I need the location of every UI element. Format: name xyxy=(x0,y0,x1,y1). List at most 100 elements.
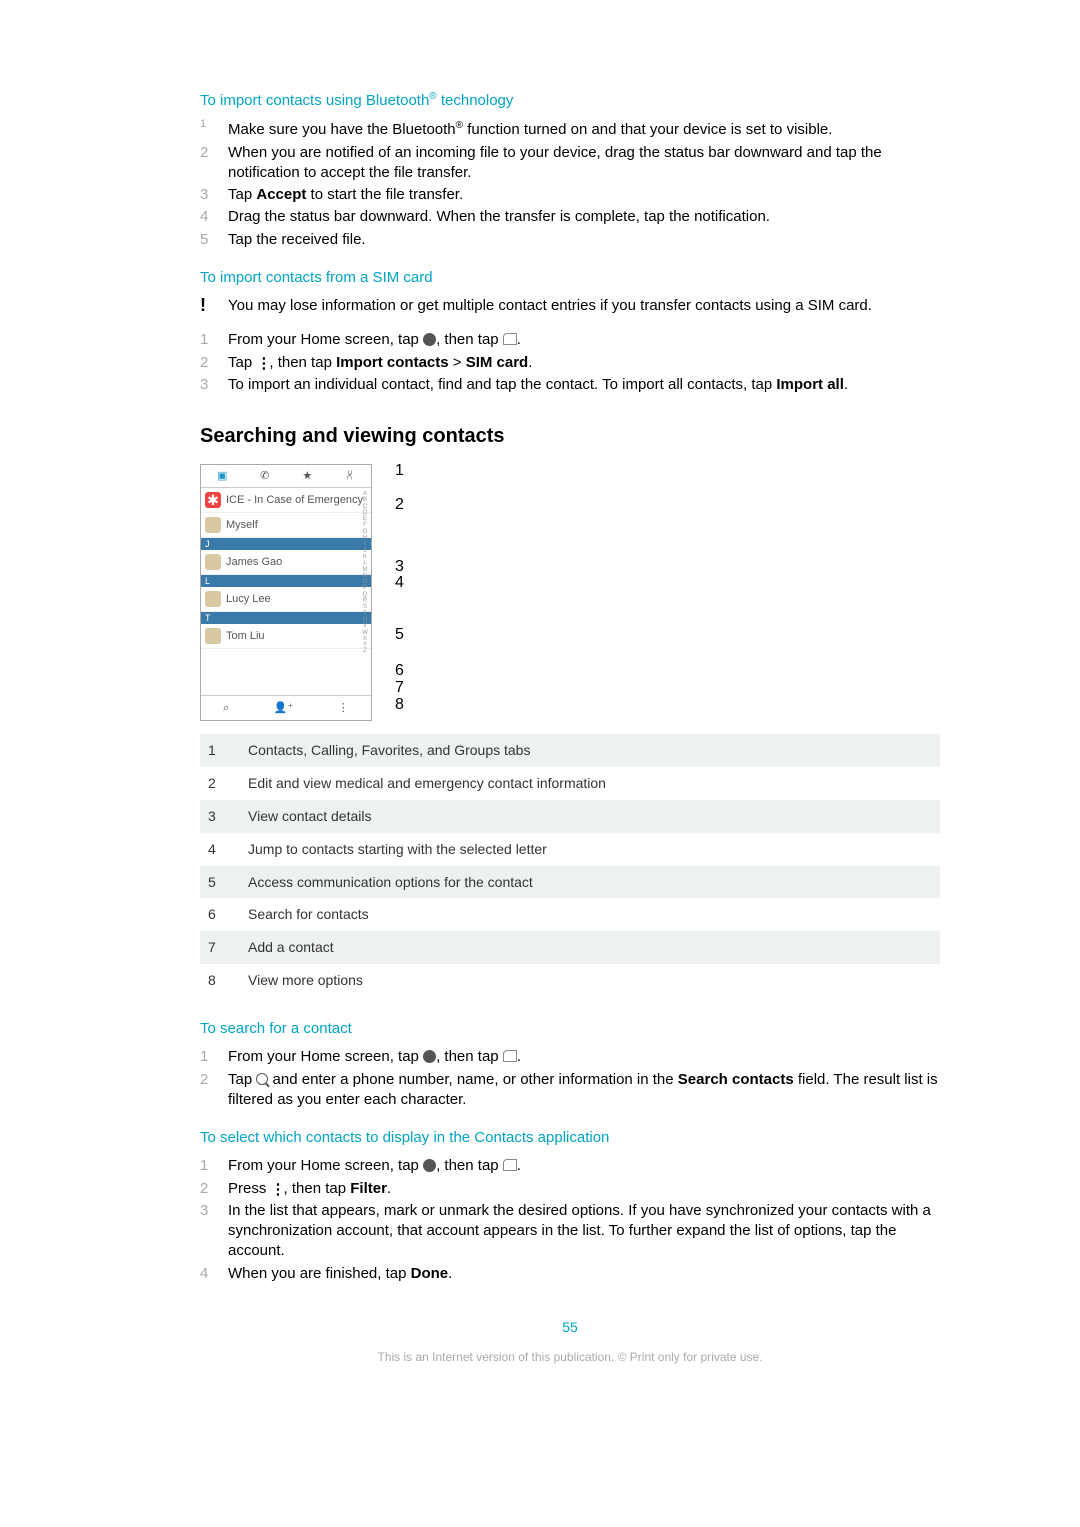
contacts-icon xyxy=(503,1050,517,1062)
heading-searching-viewing: Searching and viewing contacts xyxy=(200,423,940,450)
tab-contacts: ▣ xyxy=(201,469,244,484)
callout-2: 2 xyxy=(395,494,404,516)
step-number: 3 xyxy=(200,185,228,205)
row-num: 2 xyxy=(200,767,246,800)
row-desc: Access communication options for the con… xyxy=(246,866,940,899)
contacts-icon xyxy=(503,333,517,345)
row-desc: Edit and view medical and emergency cont… xyxy=(246,767,940,800)
section-title-search: To search for a contact xyxy=(200,1019,940,1039)
step-text: In the list that appears, mark or unmark… xyxy=(228,1201,940,1262)
more-icon: ⋮ xyxy=(256,360,269,368)
step-item: 2Tap and enter a phone number, name, or … xyxy=(200,1070,940,1111)
step-text: From your Home screen, tap , then tap . xyxy=(228,1047,940,1067)
search-icon xyxy=(256,1073,268,1085)
tab-groups: ⩆ xyxy=(329,469,372,484)
step-item: 1From your Home screen, tap , then tap . xyxy=(200,330,940,350)
step-item: 2Press ⋮, then tap Filter. xyxy=(200,1179,940,1199)
contacts-icon xyxy=(503,1159,517,1171)
figure-contacts: ▣ ✆ ★ ⩆ ✱ICE - In Case of Emergency Myse… xyxy=(200,464,460,724)
bottom-bar: ⌕ 👤⁺ ⋮ xyxy=(201,695,371,720)
step-text: When you are finished, tap Done. xyxy=(228,1264,940,1284)
row-num: 6 xyxy=(200,898,246,931)
sep-j: J xyxy=(201,538,371,550)
step-number: 3 xyxy=(200,375,228,395)
section-title-bluetooth: To import contacts using Bluetooth® tech… xyxy=(200,90,940,111)
search-icon: ⌕ xyxy=(223,701,229,716)
step-item: 2When you are notified of an incoming fi… xyxy=(200,143,940,184)
apps-icon xyxy=(423,333,436,346)
warning-sim: ! You may lose information or get multip… xyxy=(200,296,940,316)
avatar xyxy=(205,591,221,607)
step-number: 2 xyxy=(200,143,228,163)
page-number: 55 xyxy=(200,1318,940,1337)
step-text: When you are notified of an incoming fil… xyxy=(228,143,940,184)
more-icon: ⋮ xyxy=(271,1186,284,1194)
row-num: 3 xyxy=(200,800,246,833)
step-text: Tap the received file. xyxy=(228,230,940,250)
row-num: 4 xyxy=(200,833,246,866)
step-number: 3 xyxy=(200,1201,228,1221)
tabs-row: ▣ ✆ ★ ⩆ xyxy=(201,465,371,488)
apps-icon xyxy=(423,1050,436,1063)
callout-4: 4 xyxy=(395,572,404,594)
step-number: 1 xyxy=(200,117,228,132)
more-icon: ⋮ xyxy=(338,701,349,716)
step-number: 5 xyxy=(200,230,228,250)
tab-favorites: ★ xyxy=(286,469,329,484)
section-title-sim: To import contacts from a SIM card xyxy=(200,268,940,288)
row-myself: Myself xyxy=(201,513,371,538)
step-number: 1 xyxy=(200,330,228,350)
avatar xyxy=(205,517,221,533)
callout-8: 8 xyxy=(395,694,404,716)
step-number: 4 xyxy=(200,207,228,227)
warning-text: You may lose information or get multiple… xyxy=(228,296,940,316)
sep-t: T xyxy=(201,612,371,624)
callout-5: 5 xyxy=(395,624,404,646)
row-desc: Contacts, Calling, Favorites, and Groups… xyxy=(246,734,940,767)
step-text: Drag the status bar downward. When the t… xyxy=(228,207,940,227)
step-number: 1 xyxy=(200,1156,228,1176)
row-num: 8 xyxy=(200,964,246,997)
table-row: 3View contact details xyxy=(200,800,940,833)
row-james: James Gao xyxy=(201,550,371,575)
step-text: Tap Accept to start the file transfer. xyxy=(228,185,940,205)
step-number: 2 xyxy=(200,1179,228,1199)
row-desc: Jump to contacts starting with the selec… xyxy=(246,833,940,866)
table-row: 6Search for contacts xyxy=(200,898,940,931)
table-row: 5Access communication options for the co… xyxy=(200,866,940,899)
apps-icon xyxy=(423,1159,436,1172)
step-number: 1 xyxy=(200,1047,228,1067)
step-text: Tap and enter a phone number, name, or o… xyxy=(228,1070,940,1111)
step-item: 4When you are finished, tap Done. xyxy=(200,1264,940,1284)
step-number: 2 xyxy=(200,1070,228,1090)
avatar xyxy=(205,554,221,570)
step-item: 2Tap ⋮, then tap Import contacts > SIM c… xyxy=(200,353,940,373)
callout-1: 1 xyxy=(395,460,404,482)
section-title-select: To select which contacts to display in t… xyxy=(200,1128,940,1148)
step-text: From your Home screen, tap , then tap . xyxy=(228,330,940,350)
step-item: 3Tap Accept to start the file transfer. xyxy=(200,185,940,205)
step-text: Press ⋮, then tap Filter. xyxy=(228,1179,940,1199)
row-lucy: Lucy Lee xyxy=(201,587,371,612)
table-row: 4Jump to contacts starting with the sele… xyxy=(200,833,940,866)
step-text: From your Home screen, tap , then tap . xyxy=(228,1156,940,1176)
row-desc: Search for contacts xyxy=(246,898,940,931)
steps-sim: 1From your Home screen, tap , then tap .… xyxy=(200,330,940,395)
row-tom: Tom Liu xyxy=(201,624,371,649)
table-row: 7Add a contact xyxy=(200,931,940,964)
add-contact-icon: 👤⁺ xyxy=(274,701,294,716)
step-text: Make sure you have the Bluetooth® functi… xyxy=(228,119,940,140)
step-item: 1From your Home screen, tap , then tap . xyxy=(200,1156,940,1176)
step-item: 3To import an individual contact, find a… xyxy=(200,375,940,395)
row-num: 1 xyxy=(200,734,246,767)
phone-mock: ▣ ✆ ★ ⩆ ✱ICE - In Case of Emergency Myse… xyxy=(200,464,372,721)
callout-table: 1Contacts, Calling, Favorites, and Group… xyxy=(200,734,940,997)
row-num: 7 xyxy=(200,931,246,964)
avatar xyxy=(205,628,221,644)
row-ice: ✱ICE - In Case of Emergency xyxy=(201,488,371,513)
step-item: 1Make sure you have the Bluetooth® funct… xyxy=(200,119,940,140)
row-desc: View contact details xyxy=(246,800,940,833)
steps-select: 1From your Home screen, tap , then tap .… xyxy=(200,1156,940,1284)
step-number: 2 xyxy=(200,353,228,373)
table-row: 1Contacts, Calling, Favorites, and Group… xyxy=(200,734,940,767)
